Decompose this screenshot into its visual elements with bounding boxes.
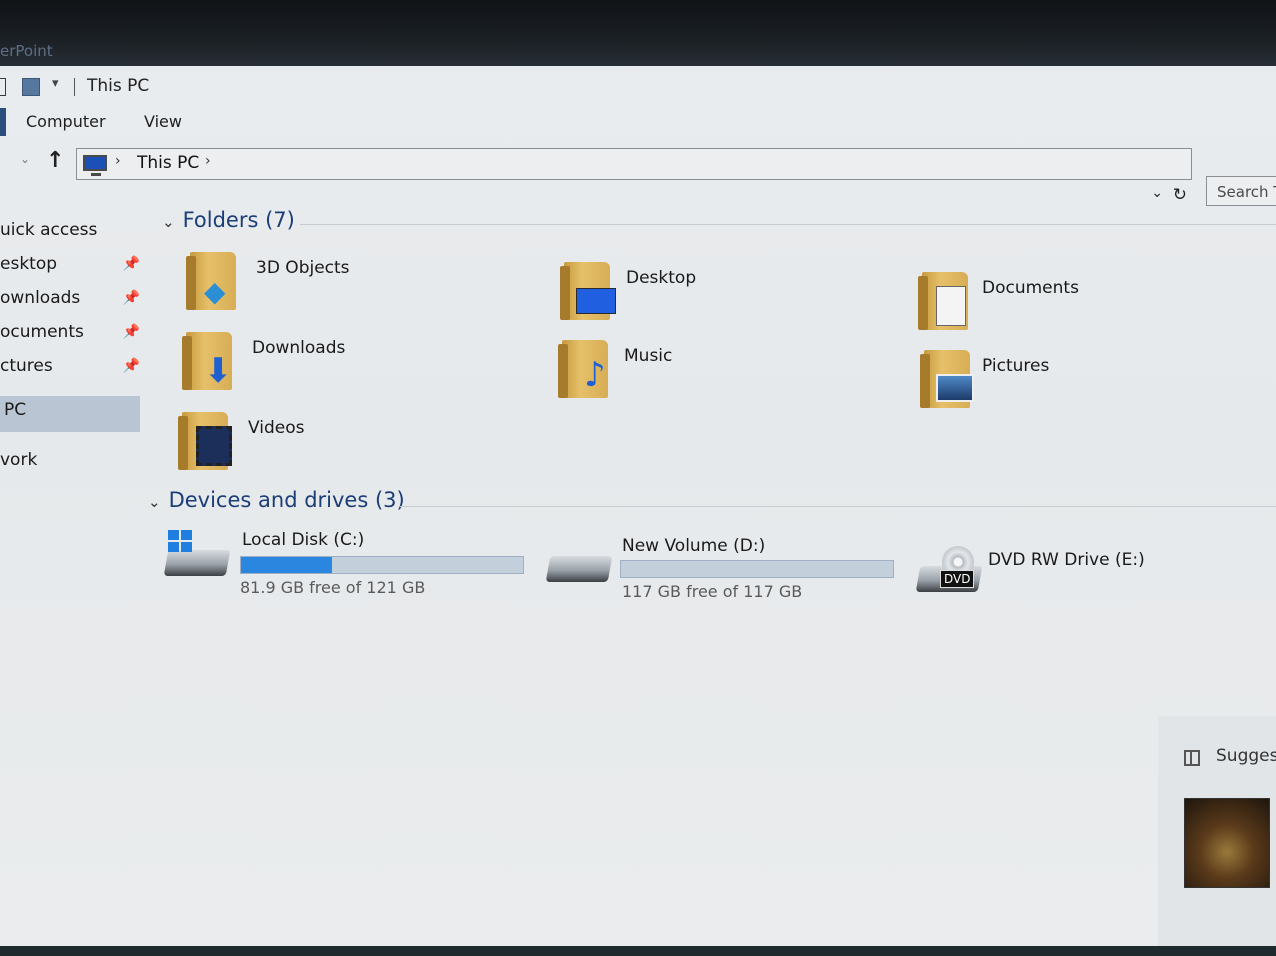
address-row: ⌄ ↑ › This PC › ⌄ ↻	[0, 146, 1276, 205]
music-note-icon: ♪	[584, 355, 606, 395]
quick-access-new-folder-icon[interactable]	[22, 78, 40, 96]
screen-bezel-top	[0, 0, 1276, 70]
nav-item-desktop[interactable]: esktop 📌	[0, 250, 140, 282]
folder-desktop[interactable]: Desktop	[560, 262, 884, 332]
preview-pane: Suggest	[1158, 716, 1276, 950]
section-divider	[400, 506, 1276, 507]
navigation-pane: uick access esktop 📌 ownloads 📌 ocuments…	[0, 206, 150, 950]
pin-icon: 📌	[122, 324, 140, 340]
up-arrow-icon[interactable]: ↑	[46, 148, 64, 173]
breadcrumb-chevron-icon[interactable]: ›	[115, 153, 121, 169]
folder-3d-objects[interactable]: ◆ 3D Objects	[186, 252, 510, 322]
tab-file[interactable]	[0, 108, 6, 136]
quick-access-properties-icon[interactable]	[0, 78, 6, 96]
suggested-thumbnail[interactable]	[1184, 798, 1270, 888]
nav-item-label: ocuments	[0, 322, 84, 342]
search-input[interactable]: Search T	[1206, 176, 1276, 206]
drive-name: New Volume (D:)	[622, 536, 766, 556]
title-separator	[74, 78, 75, 96]
pin-icon: 📌	[122, 256, 140, 272]
folder-label: Downloads	[252, 338, 346, 358]
chevron-down-icon: ⌄	[148, 493, 161, 511]
drive-name: DVD RW Drive (E:)	[988, 550, 1145, 570]
address-dropdown-icon[interactable]: ⌄	[1151, 185, 1163, 201]
nav-item-quick-access[interactable]: uick access	[0, 216, 140, 248]
ribbon-tabs: Computer View	[0, 108, 1276, 138]
file-explorer-window: ▾ This PC Computer View ⌄ ↑ › This PC › …	[0, 66, 1276, 950]
refresh-icon[interactable]: ↻	[1173, 185, 1187, 205]
chevron-down-icon: ⌄	[162, 213, 175, 231]
desktop-icon	[576, 288, 616, 314]
breadcrumb-chevron-icon[interactable]: ›	[205, 153, 211, 169]
dvd-badge: DVD	[940, 570, 975, 588]
nav-item-this-pc[interactable]: PC	[0, 396, 140, 432]
folder-label: Videos	[248, 418, 305, 438]
section-divider	[300, 224, 1276, 225]
drive-capacity-bar	[240, 556, 524, 574]
picture-icon	[936, 374, 974, 402]
nav-item-label: ctures	[0, 356, 53, 376]
folder-music[interactable]: ♪ Music	[558, 340, 882, 410]
pin-icon: 📌	[122, 358, 140, 374]
drive-capacity-fill	[241, 557, 333, 573]
drive-name: Local Disk (C:)	[242, 530, 365, 550]
tab-computer[interactable]: Computer	[26, 112, 106, 131]
folder-label: Desktop	[626, 268, 697, 288]
quick-access-dropdown-icon[interactable]: ▾	[52, 76, 59, 91]
drive-new-volume-d[interactable]: New Volume (D:) 117 GB free of 117 GB	[545, 536, 918, 606]
nav-item-label: ownloads	[0, 288, 81, 308]
suggest-label[interactable]: Suggest	[1216, 746, 1276, 766]
tab-view[interactable]: View	[144, 112, 182, 131]
nav-item-network[interactable]: vork	[0, 446, 140, 478]
nav-item-label: vork	[0, 450, 38, 470]
download-arrow-icon: ⬇	[204, 351, 233, 391]
folder-videos[interactable]: Videos	[178, 412, 502, 482]
title-bar: ▾ This PC	[0, 74, 400, 102]
folder-downloads[interactable]: ⬇ Downloads	[182, 332, 506, 402]
folders-section-header[interactable]: ⌄ Folders (7)	[162, 208, 295, 232]
nav-item-label: PC	[4, 400, 27, 420]
document-icon	[936, 286, 966, 326]
drive-free-space: 81.9 GB free of 121 GB	[240, 578, 426, 597]
hard-drive-icon	[545, 556, 613, 582]
film-icon	[196, 426, 232, 466]
devices-section-header[interactable]: ⌄ Devices and drives (3)	[148, 488, 405, 512]
windows-logo-icon	[168, 530, 194, 554]
this-pc-icon	[83, 155, 107, 176]
recent-locations-icon[interactable]: ⌄	[20, 152, 30, 166]
window-title: This PC	[87, 76, 150, 96]
nav-item-label: esktop	[0, 254, 58, 274]
suggest-icon	[1184, 750, 1200, 766]
drive-local-disk-c[interactable]: Local Disk (C:) 81.9 GB free of 121 GB	[163, 530, 536, 600]
breadcrumb-this-pc[interactable]: This PC	[137, 153, 199, 173]
screen-bezel-bottom	[0, 946, 1276, 956]
nav-item-downloads[interactable]: ownloads 📌	[0, 284, 140, 316]
folder-pictures[interactable]: Pictures	[920, 350, 1244, 420]
folder-documents[interactable]: Documents	[918, 272, 1242, 342]
background-app-label: erPoint	[0, 42, 53, 60]
pin-icon: 📌	[122, 290, 140, 306]
folder-label: Pictures	[982, 356, 1050, 376]
drive-capacity-bar	[620, 560, 894, 578]
drive-dvd-rw-e[interactable]: DVD DVD RW Drive (E:)	[915, 546, 1218, 616]
nav-item-label: uick access	[0, 220, 98, 240]
nav-item-documents[interactable]: ocuments 📌	[0, 318, 140, 350]
folder-label: Music	[624, 346, 673, 366]
nav-item-pictures[interactable]: ctures 📌	[0, 352, 140, 384]
folder-label: 3D Objects	[256, 258, 350, 278]
cube-icon: ◆	[204, 275, 226, 308]
drive-free-space: 117 GB free of 117 GB	[622, 582, 803, 601]
address-bar[interactable]: › This PC › ⌄ ↻	[76, 148, 1192, 205]
folder-label: Documents	[982, 278, 1079, 298]
